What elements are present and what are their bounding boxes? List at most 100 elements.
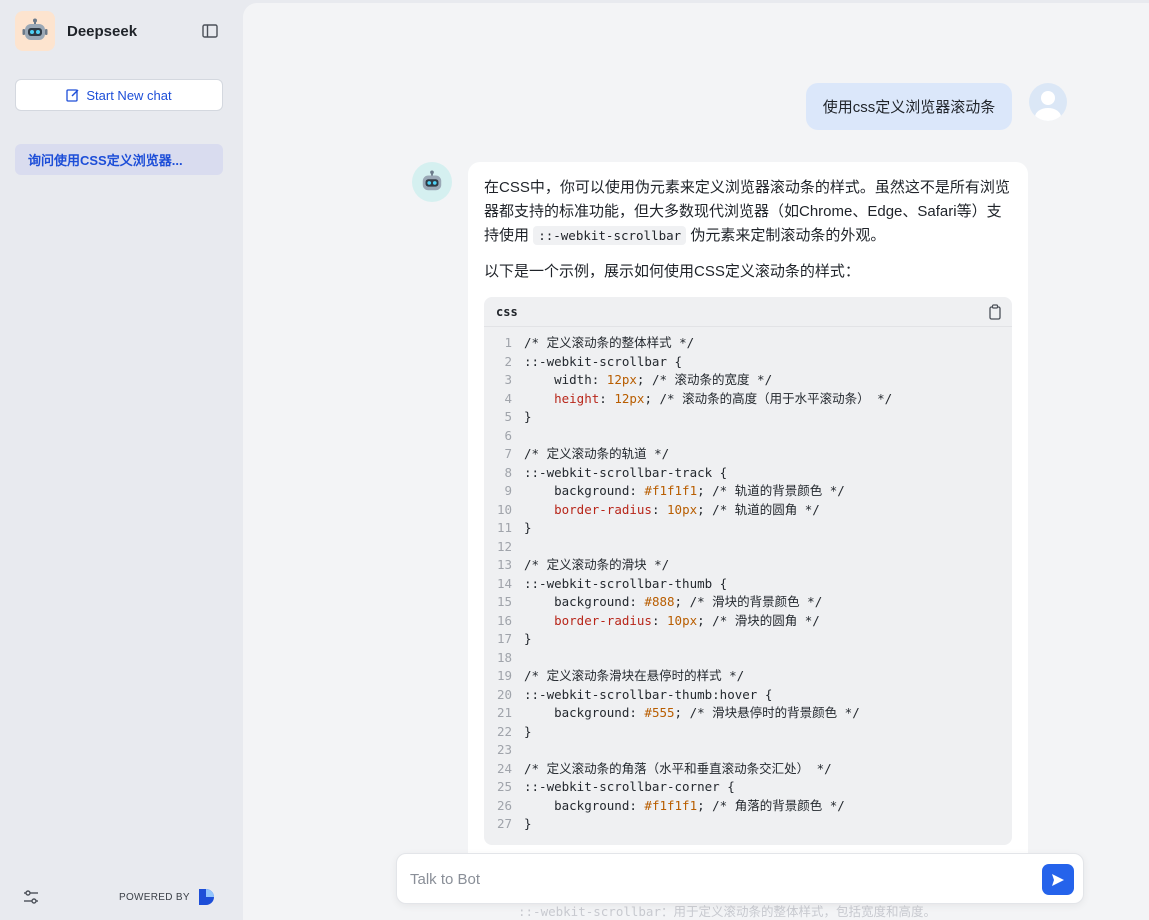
code-line-text: /* 定义滚动条的滑块 */ xyxy=(524,557,670,572)
code-line: 13 /* 定义滚动条的滑块 */ xyxy=(484,556,1012,575)
chat-main: 使用css定义浏览器滚动条 在CSS中，你可以使用伪元素来定义浏览器滚动条的样式… xyxy=(243,3,1149,920)
code-line-number: 16 xyxy=(496,612,512,628)
robot-logo-icon xyxy=(15,11,55,51)
code-line-number: 3 xyxy=(504,372,512,387)
code-line-number: 6 xyxy=(504,427,512,443)
sidebar: Deepseek Start New chat 询问使用CSS定义浏览器... … xyxy=(0,0,243,920)
code-line-number: 8 xyxy=(504,464,512,480)
code-line-number: 10 xyxy=(496,501,512,517)
sidebar-toggle-icon[interactable] xyxy=(201,22,219,40)
code-line: 22} xyxy=(484,723,1012,742)
bot-avatar xyxy=(412,162,452,202)
code-line: 26 background: #f1f1f1; /* 角落的背景颜色 */ xyxy=(484,797,1012,816)
code-line-text: ::-webkit-scrollbar-corner { xyxy=(524,779,735,794)
settings-sliders-icon[interactable] xyxy=(22,889,40,905)
bot-paragraph-1-text-b: 伪元素来定制滚动条的外观。 xyxy=(690,227,886,244)
code-line-text: /* 定义滚动条的角落（水平和垂直滚动条交汇处） */ xyxy=(524,760,832,776)
code-line: 4 height: 12px; /* 滚动条的高度（用于水平滚动条） */ xyxy=(484,390,1012,409)
code-line-number: 14 xyxy=(496,575,512,591)
code-line: 27} xyxy=(484,815,1012,834)
code-line-text: width: 12px; /* 滚动条的宽度 */ xyxy=(524,372,773,387)
bot-paragraph-2: 以下是一个示例，展示如何使用CSS定义滚动条的样式： xyxy=(484,263,860,280)
code-line-text: } xyxy=(524,520,532,535)
code-line: 25::-webkit-scrollbar-corner { xyxy=(484,778,1012,797)
code-line: 16 border-radius: 10px; /* 滑块的圆角 */ xyxy=(484,612,1012,631)
code-line-number: 25 xyxy=(496,779,512,794)
start-new-chat-label: Start New chat xyxy=(86,87,172,103)
chat-input[interactable] xyxy=(410,866,1010,892)
code-line-number: 9 xyxy=(504,483,512,498)
history-item-label: 询问使用CSS定义浏览器... xyxy=(28,153,183,168)
code-line-number: 4 xyxy=(504,390,512,406)
code-line-number: 23 xyxy=(496,742,512,757)
user-message-text: 使用css定义浏览器滚动条 xyxy=(822,99,996,116)
code-line: 9 background: #f1f1f1; /* 轨道的背景颜色 */ xyxy=(484,482,1012,501)
code-line-number: 21 xyxy=(496,705,512,720)
code-language-label: css xyxy=(496,304,518,319)
code-line: 8::-webkit-scrollbar-track { xyxy=(484,464,1012,483)
code-line-text: /* 定义滚动条滑块在悬停时的样式 */ xyxy=(524,668,745,683)
robot-avatar-icon xyxy=(422,170,442,191)
user-message-bubble: 使用css定义浏览器滚动条 xyxy=(806,83,1012,130)
user-avatar-icon xyxy=(1035,91,1061,121)
code-line-number: 20 xyxy=(496,686,512,702)
code-line-number: 17 xyxy=(496,631,512,646)
code-line-text: height: 12px; /* 滚动条的高度（用于水平滚动条） */ xyxy=(554,390,893,406)
code-line: 5} xyxy=(484,408,1012,427)
code-line-number: 15 xyxy=(496,594,512,609)
code-line-number: 2 xyxy=(504,353,512,369)
code-line: 12 xyxy=(484,538,1012,557)
code-line-text: border-radius: 10px; /* 轨道的圆角 */ xyxy=(554,501,820,517)
code-line-number: 22 xyxy=(496,723,512,739)
bot-message-card: 在CSS中，你可以使用伪元素来定义浏览器滚动条的样式。虽然这不是所有浏览器都支持… xyxy=(468,162,1028,882)
send-icon xyxy=(1052,873,1064,886)
code-line-number: 1 xyxy=(504,335,512,350)
code-line-number: 26 xyxy=(496,797,512,813)
code-line-text: } xyxy=(524,631,532,646)
inline-code: ::-webkit-scrollbar xyxy=(533,226,687,245)
send-button[interactable] xyxy=(1042,864,1074,895)
code-line-number: 7 xyxy=(504,446,512,461)
code-line-number: 13 xyxy=(496,557,512,572)
edit-icon xyxy=(66,89,79,102)
code-line: 20::-webkit-scrollbar-thumb:hover { xyxy=(484,686,1012,705)
code-line: 3 width: 12px; /* 滚动条的宽度 */ xyxy=(484,371,1012,390)
code-line: 17} xyxy=(484,630,1012,649)
history-item[interactable]: 询问使用CSS定义浏览器... xyxy=(15,144,223,175)
code-line: 11} xyxy=(484,519,1012,538)
user-avatar xyxy=(1029,83,1067,121)
code-line: 24 /* 定义滚动条的角落（水平和垂直滚动条交汇处） */ xyxy=(484,760,1012,779)
chat-input-bar xyxy=(396,853,1084,904)
brand-name: Deepseek xyxy=(67,22,138,40)
code-line-text: /* 定义滚动条的整体样式 */ xyxy=(524,335,695,350)
code-line: 1 /* 定义滚动条的整体样式 */ xyxy=(484,334,1012,353)
powered-by-label: POWERED BY xyxy=(119,891,190,903)
provider-logo-icon xyxy=(198,889,214,905)
code-line: 7 /* 定义滚动条的轨道 */ xyxy=(484,445,1012,464)
code-line: 18 xyxy=(484,649,1012,668)
code-line: 19 /* 定义滚动条滑块在悬停时的样式 */ xyxy=(484,667,1012,686)
code-line-text: ::-webkit-scrollbar-thumb { xyxy=(524,575,728,591)
code-line-text: } xyxy=(524,723,532,739)
code-header: css xyxy=(484,297,1012,327)
code-line-number: 24 xyxy=(496,760,512,776)
start-new-chat-button[interactable]: Start New chat xyxy=(15,79,223,111)
brand: Deepseek xyxy=(15,11,137,51)
code-line: 23 xyxy=(484,741,1012,760)
code-line: 14::-webkit-scrollbar-thumb { xyxy=(484,575,1012,594)
code-line-text: ::-webkit-scrollbar-thumb:hover { xyxy=(524,686,773,702)
code-line: 10 border-radius: 10px; /* 轨道的圆角 */ xyxy=(484,501,1012,520)
copy-icon[interactable] xyxy=(988,303,1002,320)
code-line-number: 11 xyxy=(496,520,512,535)
code-line-number: 19 xyxy=(496,668,512,683)
code-line-number: 5 xyxy=(504,409,512,424)
code-line-text: } xyxy=(524,816,532,831)
code-line-text: background: #f1f1f1; /* 轨道的背景颜色 */ xyxy=(524,483,845,498)
code-line-number: 18 xyxy=(496,649,512,665)
code-line-number: 27 xyxy=(496,816,512,831)
code-line: 21 background: #555; /* 滑块悬停时的背景颜色 */ xyxy=(484,704,1012,723)
code-line: 6 xyxy=(484,427,1012,446)
